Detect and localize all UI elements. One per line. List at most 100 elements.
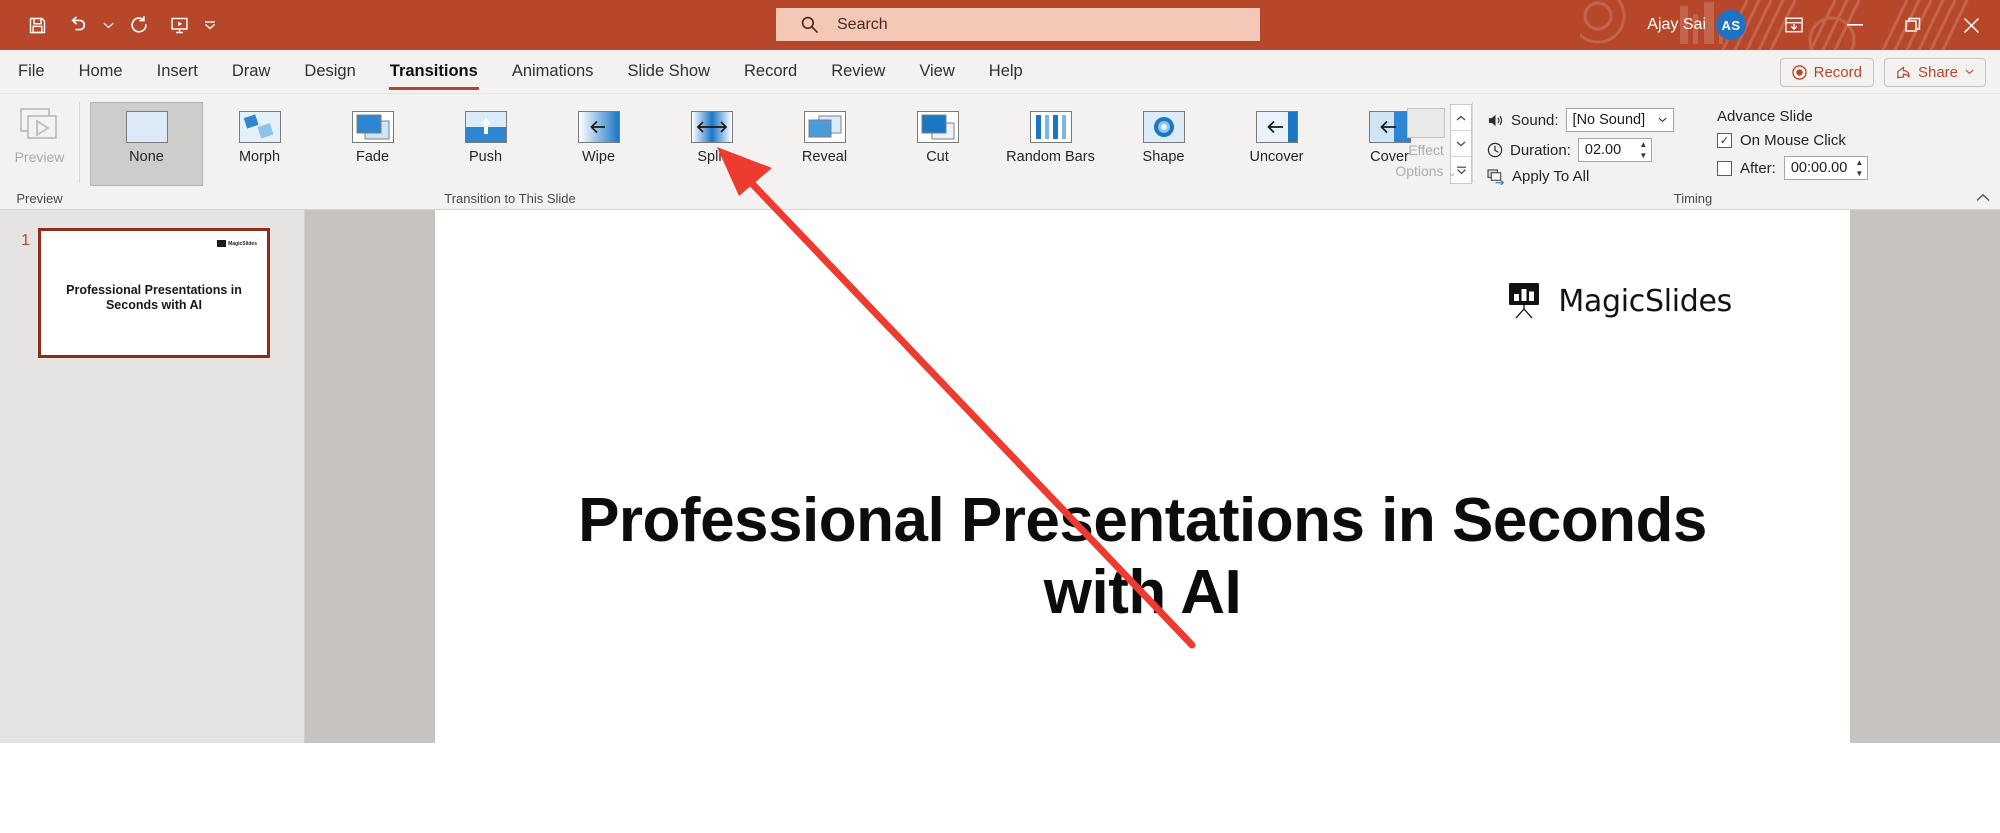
collapse-ribbon-button[interactable] [1976, 190, 1990, 205]
after-value: 00:00.00 [1790, 160, 1848, 176]
tab-draw[interactable]: Draw [215, 50, 288, 93]
tab-file[interactable]: File [0, 50, 62, 93]
undo-icon[interactable] [58, 6, 96, 44]
slide-thumbnail-1[interactable]: MagicSlides Professional Presentations i… [38, 228, 270, 358]
ribbon-group-effect-options: Effect Options ⌄ [1380, 94, 1472, 209]
record-icon [1791, 64, 1807, 80]
spin-down-icon[interactable]: ▼ [1852, 168, 1867, 179]
slide-editing-area: MagicSlides Professional Presentations i… [305, 210, 2000, 833]
duration-value: 02.00 [1584, 142, 1622, 158]
ribbon-tab-bar: File Home Insert Draw Design Transitions… [0, 50, 2000, 94]
magicslides-badge-icon [217, 240, 227, 247]
spin-up-icon[interactable]: ▲ [1852, 157, 1867, 168]
after-stepper[interactable]: 00:00.00 ▲ ▼ [1783, 156, 1868, 180]
close-button[interactable] [1942, 0, 2000, 50]
after-spin-arrows[interactable]: ▲ ▼ [1852, 157, 1867, 179]
tab-help[interactable]: Help [972, 50, 1040, 93]
on-mouse-click-checkbox[interactable]: ✓ [1717, 133, 1732, 148]
spin-down-icon[interactable]: ▼ [1636, 150, 1651, 161]
titlebar-right-controls: Ajay Sai AS [1647, 0, 2000, 50]
thumbnail-logo-text: MagicSlides [228, 240, 257, 247]
after-checkbox[interactable] [1717, 160, 1732, 176]
search-icon [801, 16, 818, 33]
transition-tile-split[interactable]: Split [655, 102, 768, 186]
ribbon-group-preview-label: Preview [16, 191, 63, 206]
duration-spin-arrows[interactable]: ▲ ▼ [1636, 139, 1651, 161]
preview-icon [19, 108, 57, 139]
slide-thumbnail-pane[interactable]: 1 MagicSlides Professional Presentations… [0, 210, 305, 743]
ribbon-display-options-icon[interactable] [1762, 0, 1826, 50]
transition-tile-fade[interactable]: Fade [316, 102, 429, 186]
avatar[interactable]: AS [1716, 10, 1746, 40]
chevron-down-icon: ⌄ [1447, 167, 1457, 179]
effect-options-icon [1407, 108, 1445, 138]
spin-up-icon[interactable]: ▲ [1636, 139, 1651, 150]
on-mouse-click-checkbox-row[interactable]: ✓ On Mouse Click [1717, 132, 1868, 149]
search-input[interactable]: Search [837, 16, 888, 34]
transition-tile-wipe[interactable]: Wipe [542, 102, 655, 186]
transition-none-icon [125, 111, 168, 143]
duration-row: Duration: 02.00 ▲ ▼ [1487, 138, 1674, 162]
duration-stepper[interactable]: 02.00 ▲ ▼ [1577, 138, 1652, 162]
share-button-label: Share [1917, 63, 1958, 81]
chevron-down-icon[interactable] [1653, 117, 1673, 123]
transition-tile-shape[interactable]: Shape [1107, 102, 1220, 186]
transition-tile-label: Wipe [581, 149, 616, 165]
tab-transitions[interactable]: Transitions [373, 50, 495, 93]
effect-options-button[interactable]: Effect Options ⌄ [1380, 100, 1472, 182]
account-name[interactable]: Ajay Sai [1647, 16, 1706, 34]
ribbon-group-transition-label: Transition to This Slide [444, 191, 576, 206]
transition-tile-label: Random Bars [1006, 149, 1095, 165]
transition-tile-random-bars[interactable]: Random Bars [994, 102, 1107, 186]
transition-tile-morph[interactable]: Morph [203, 102, 316, 186]
thumbnail-logo: MagicSlides [217, 240, 257, 247]
customize-quick-access-toolbar-icon[interactable] [200, 6, 220, 44]
workspace: 1 MagicSlides Professional Presentations… [0, 210, 2000, 833]
tab-slide-show[interactable]: Slide Show [610, 50, 727, 93]
transition-tile-uncover[interactable]: Uncover [1220, 102, 1333, 186]
advance-slide-title: Advance Slide [1717, 108, 1813, 125]
sound-value: [No Sound] [1572, 112, 1646, 128]
tab-review[interactable]: Review [814, 50, 902, 93]
tab-record[interactable]: Record [727, 50, 814, 93]
share-button[interactable]: Share [1883, 57, 1986, 87]
powerpoint-window: Presentation1 - PowerPoint Search Ajay S… [0, 0, 2000, 833]
transition-tile-reveal[interactable]: Reveal [768, 102, 881, 186]
duration-label: Duration: [1510, 141, 1571, 159]
restore-button[interactable] [1884, 0, 1942, 50]
after-checkbox-row[interactable]: After: 00:00.00 ▲ ▼ [1717, 156, 1868, 180]
apply-to-all-icon [1487, 168, 1505, 185]
transition-tile-cut[interactable]: Cut [881, 102, 994, 186]
tab-animations[interactable]: Animations [495, 50, 611, 93]
tab-insert[interactable]: Insert [140, 50, 215, 93]
transition-tile-label: Cut [926, 149, 949, 165]
transition-split-icon [690, 111, 733, 143]
undo-dropdown-icon[interactable] [98, 6, 118, 44]
tab-view[interactable]: View [902, 50, 971, 93]
save-icon[interactable] [18, 6, 56, 44]
apply-to-all-button[interactable]: Apply To All [1487, 168, 1674, 185]
sound-row: Sound: [No Sound] [1487, 108, 1674, 132]
sound-select[interactable]: [No Sound] [1565, 108, 1674, 132]
preview-button[interactable]: Preview [0, 100, 79, 165]
transition-tile-label: Uncover [1249, 149, 1304, 165]
transition-push-icon [464, 111, 507, 143]
start-presentation-icon[interactable] [160, 6, 198, 44]
ribbon-group-timing: Sound: [No Sound] Duration: 02.00 ▲ ▼ Ap… [1473, 94, 1712, 209]
search-box[interactable]: Search [776, 8, 1260, 41]
transition-gallery[interactable]: None Morph Fade Push Wipe Split Reveal C… [80, 100, 1472, 186]
transition-fade-icon [351, 111, 394, 143]
transition-tile-push[interactable]: Push [429, 102, 542, 186]
clock-icon [1487, 142, 1503, 158]
tab-home[interactable]: Home [62, 50, 140, 93]
record-button[interactable]: Record [1779, 57, 1874, 87]
slide-canvas[interactable]: MagicSlides Professional Presentations i… [435, 210, 1850, 833]
slide-title-placeholder[interactable]: Professional Presentations in Seconds wi… [555, 485, 1730, 629]
sound-icon [1488, 114, 1503, 126]
transition-tile-label: Push [468, 149, 503, 165]
transition-tile-none[interactable]: None [90, 102, 203, 186]
redo-icon[interactable] [120, 6, 158, 44]
minimize-button[interactable] [1826, 0, 1884, 50]
thumbnail-title: Professional Presentations in Seconds wi… [66, 283, 242, 312]
tab-design[interactable]: Design [287, 50, 372, 93]
